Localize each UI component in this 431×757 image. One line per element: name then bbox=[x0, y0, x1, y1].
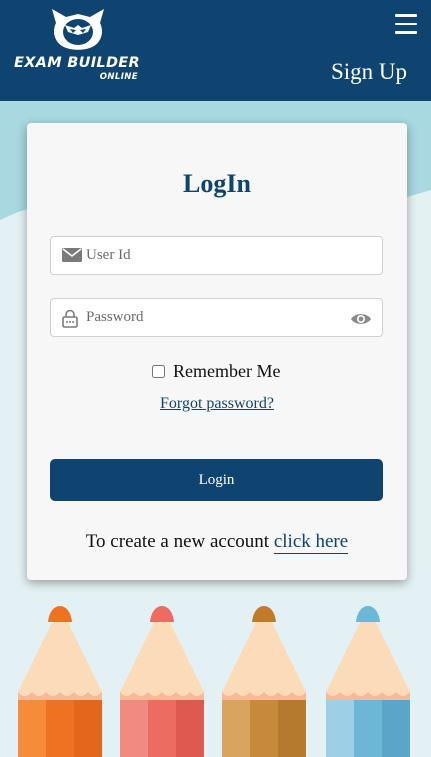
lock-icon bbox=[62, 309, 78, 328]
red-pencil-icon bbox=[120, 606, 204, 757]
user-id-input[interactable] bbox=[86, 237, 346, 274]
blue-pencil-icon bbox=[326, 606, 410, 757]
remember-me[interactable]: Remember Me bbox=[152, 361, 280, 382]
brand-subtitle: ONLINE bbox=[99, 72, 138, 82]
forgot-password-row: Forgot password? bbox=[27, 395, 407, 413]
password-field[interactable] bbox=[50, 298, 383, 337]
create-account-link[interactable]: click here bbox=[273, 531, 349, 554]
brand-logo[interactable]: EXAM BUILDER ONLINE bbox=[14, 5, 142, 85]
login-button[interactable]: Login bbox=[50, 459, 383, 501]
envelope-icon bbox=[62, 248, 82, 262]
create-account-row: To create a new account click here bbox=[27, 531, 407, 554]
remember-me-label: Remember Me bbox=[173, 361, 281, 381]
top-header: EXAM BUILDER ONLINE Sign Up bbox=[0, 0, 431, 101]
orange-pencil-icon bbox=[18, 606, 102, 757]
eye-icon[interactable] bbox=[350, 312, 372, 326]
password-input[interactable] bbox=[86, 299, 346, 336]
remember-me-checkbox[interactable] bbox=[152, 365, 165, 378]
brown-pencil-icon bbox=[222, 606, 306, 757]
signup-link[interactable]: Sign Up bbox=[331, 59, 407, 85]
login-title: LogIn bbox=[183, 169, 251, 198]
owl-icon bbox=[52, 9, 104, 50]
brand-name: EXAM BUILDER bbox=[14, 55, 140, 71]
create-account-text: To create a new account bbox=[85, 531, 270, 552]
hamburger-menu-icon[interactable] bbox=[395, 14, 417, 36]
forgot-password-link[interactable]: Forgot password? bbox=[160, 395, 274, 412]
login-card: LogIn Remember Me Forgot password? Login bbox=[27, 123, 407, 580]
user-id-field[interactable] bbox=[50, 236, 383, 275]
